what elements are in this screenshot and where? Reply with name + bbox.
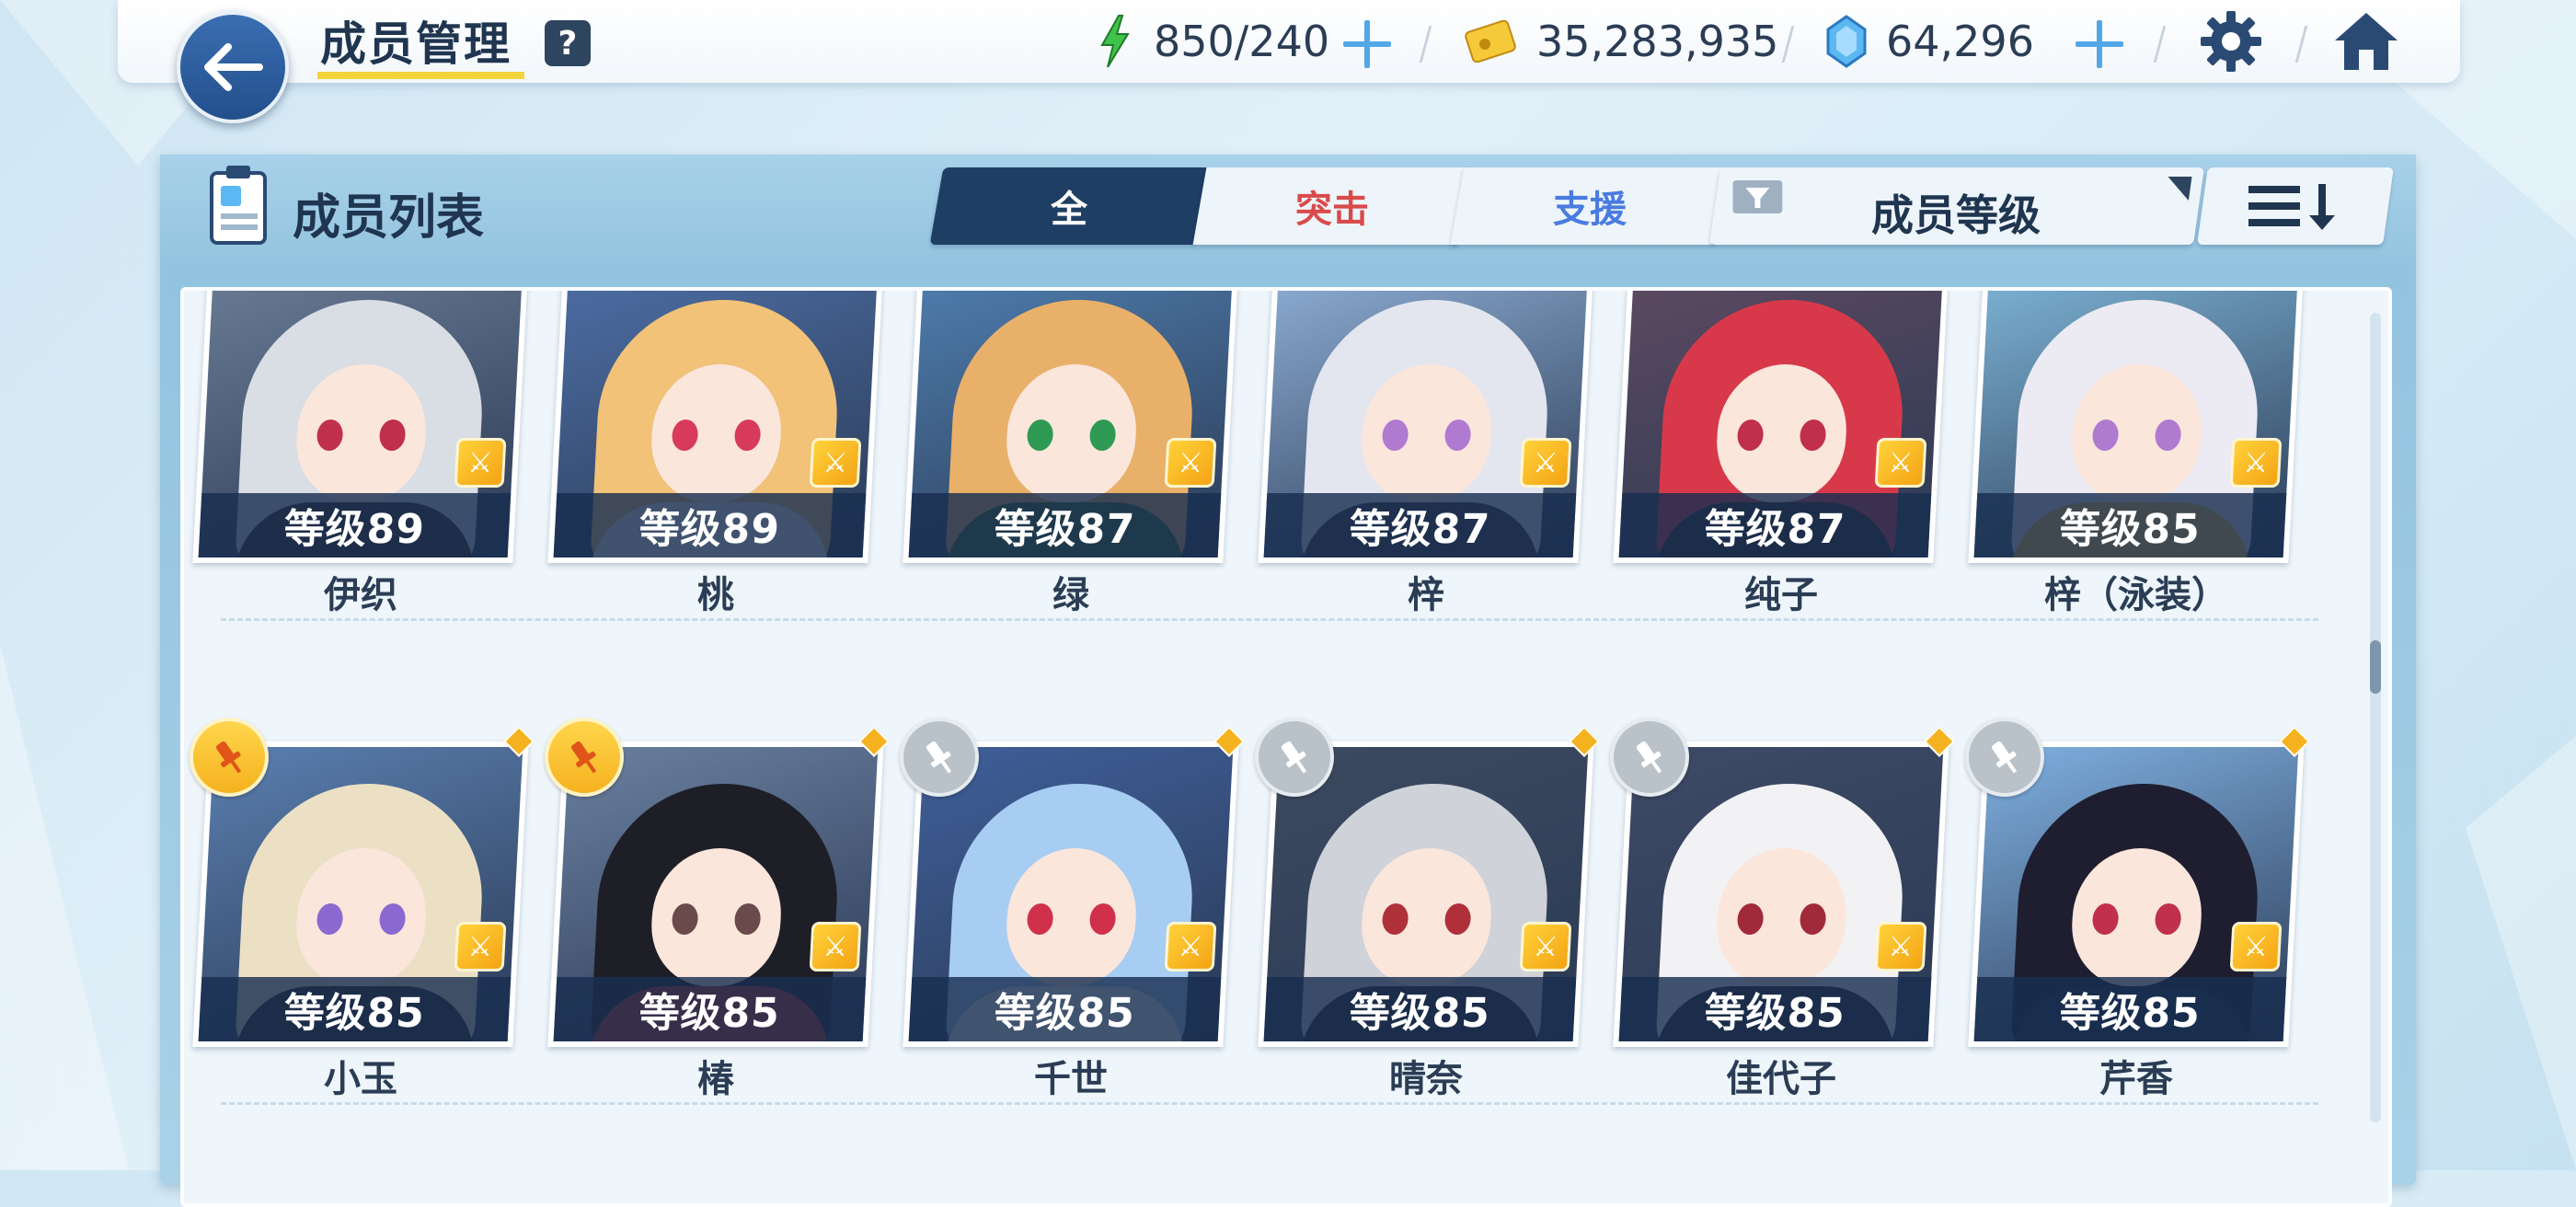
panel-title: 成员列表 xyxy=(293,190,485,246)
student-level: 等级85 xyxy=(1973,977,2287,1041)
weapon-role-icon: ⚔ xyxy=(454,438,507,488)
weapon-role-icon: ⚔ xyxy=(1519,922,1572,971)
stamina-bolt-icon xyxy=(1100,15,1130,68)
back-arrow-icon xyxy=(204,43,263,91)
student-level: 等级85 xyxy=(1263,977,1577,1041)
weapon-role-icon: ⚔ xyxy=(1874,922,1927,971)
student-name: 椿 xyxy=(697,1058,734,1100)
pyroxene-add-button[interactable] xyxy=(2072,17,2127,72)
pin-button[interactable] xyxy=(190,718,269,797)
weapon-role-icon: ⚔ xyxy=(2229,922,2283,971)
tab-all[interactable]: 全 xyxy=(929,167,1209,245)
weapon-role-icon: ⚔ xyxy=(1164,438,1217,488)
student-level: 等级87 xyxy=(1263,493,1577,558)
pyroxene-gem-icon xyxy=(1826,15,1867,68)
help-button[interactable]: ? xyxy=(545,20,591,66)
credits-counter: 35,283,935 xyxy=(1465,13,1778,70)
weapon-role-icon: ⚔ xyxy=(1874,438,1927,488)
scrollbar-thumb[interactable] xyxy=(2370,640,2381,694)
tab-special-label: 支援 xyxy=(1553,189,1627,231)
student-name: 伊织 xyxy=(324,574,397,616)
pin-icon xyxy=(570,741,597,774)
student-name: 梓（泳装） xyxy=(2044,574,2228,616)
student-name: 千世 xyxy=(1034,1058,1108,1100)
stamina-counter: 850/240 xyxy=(1097,13,1329,70)
pin-icon xyxy=(1281,741,1307,774)
student-level: 等级87 xyxy=(908,493,1222,558)
student-name: 芹香 xyxy=(2099,1058,2173,1100)
student-card[interactable]: ⚔ 等级87 xyxy=(1613,291,1949,563)
home-icon[interactable] xyxy=(2331,9,2401,74)
pin-button[interactable] xyxy=(1610,718,1689,797)
stamina-value: 850/240 xyxy=(1154,17,1330,66)
member-list-icon xyxy=(210,166,267,245)
page-title: 成员管理 xyxy=(320,17,512,71)
student-card[interactable]: ⚔ 等级87 xyxy=(903,291,1239,563)
pin-button[interactable] xyxy=(1965,718,2044,797)
student-card[interactable]: ⚔ 等级89 xyxy=(547,291,884,563)
tab-striker[interactable]: 突击 xyxy=(1192,167,1472,245)
student-card[interactable]: ⚔ 等级89 xyxy=(192,291,529,563)
pin-icon xyxy=(926,741,952,774)
student-name: 梓 xyxy=(1408,574,1444,616)
student-level: 等级85 xyxy=(198,977,512,1041)
student-card[interactable]: ⚔ 等级85 xyxy=(1968,291,2305,563)
pin-icon xyxy=(1636,741,1662,774)
dropdown-corner-icon xyxy=(2164,177,2192,201)
pin-icon xyxy=(1991,741,2018,774)
row-divider xyxy=(221,618,2318,621)
student-card[interactable]: ⚔ 等级87 xyxy=(1258,291,1594,563)
row-divider xyxy=(221,1102,2318,1105)
pyroxene-value: 64,296 xyxy=(1886,17,2034,66)
tab-all-label: 全 xyxy=(1051,189,1087,231)
sort-select[interactable]: 成员等级 xyxy=(1709,167,2204,245)
student-name: 晴奈 xyxy=(1389,1058,1463,1100)
weapon-role-icon: ⚔ xyxy=(809,922,862,971)
weapon-role-icon: ⚔ xyxy=(454,922,507,971)
student-level: 等级87 xyxy=(1618,493,1932,558)
pin-button[interactable] xyxy=(545,718,624,797)
student-level: 等级85 xyxy=(553,977,867,1041)
weapon-role-icon: ⚔ xyxy=(809,438,862,488)
weapon-role-icon: ⚔ xyxy=(1164,922,1217,971)
back-button[interactable] xyxy=(177,11,289,123)
credits-value: 35,283,935 xyxy=(1536,17,1779,66)
pin-button[interactable] xyxy=(1255,718,1334,797)
member-grid: ⚔ 等级89 伊织 ⚔ 等级89 桃 ⚔ 等级87 绿 ⚔ 等级87 梓 ⚔ 等级87 纯子 ⚔ 等级85 梓（泳… xyxy=(180,287,2392,1207)
title-underline xyxy=(317,72,524,79)
student-level: 等级85 xyxy=(908,977,1222,1041)
gear-icon[interactable] xyxy=(2199,9,2263,74)
sort-order-button[interactable] xyxy=(2197,167,2394,245)
student-name: 纯子 xyxy=(1744,574,1818,616)
student-level: 等级89 xyxy=(198,493,512,558)
weapon-role-icon: ⚔ xyxy=(1519,438,1572,488)
pin-button[interactable] xyxy=(900,718,979,797)
sort-order-icon xyxy=(2248,184,2335,230)
student-level: 等级89 xyxy=(553,493,867,558)
sort-value: 成员等级 xyxy=(1871,190,2041,240)
member-list-panel: 成员列表 全 突击 支援 成员等级 ⚔ 等级89 伊织 ⚔ 等级89 桃 ⚔ 等级87 绿 ⚔ 等级… xyxy=(160,155,2416,1207)
pyroxene-counter: 64,296 xyxy=(1825,13,2034,70)
student-level: 等级85 xyxy=(1618,977,1932,1041)
student-name: 绿 xyxy=(1052,574,1089,616)
student-level: 等级85 xyxy=(1973,493,2287,558)
credit-card-icon xyxy=(1465,19,1516,63)
student-name: 佳代子 xyxy=(1726,1058,1836,1100)
student-name: 桃 xyxy=(697,574,734,616)
weapon-role-icon: ⚔ xyxy=(2229,438,2283,488)
scrollbar-track[interactable] xyxy=(2370,313,2381,1122)
stamina-add-button[interactable] xyxy=(1340,17,1395,72)
student-name: 小玉 xyxy=(324,1058,397,1100)
tab-striker-label: 突击 xyxy=(1295,189,1369,231)
pin-icon xyxy=(215,741,242,774)
tab-special[interactable]: 支援 xyxy=(1450,167,1730,245)
